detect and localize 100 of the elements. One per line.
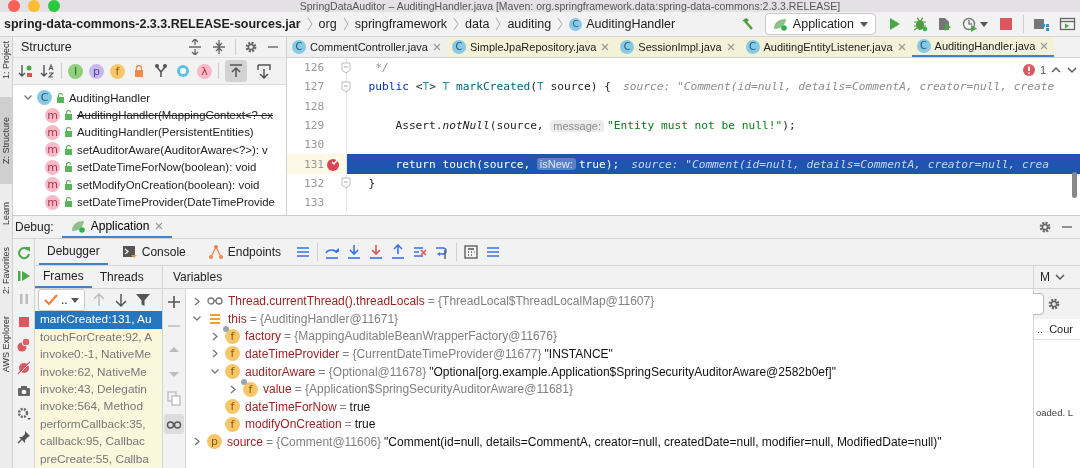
breadcrumb[interactable]: spring-data-commons-2.3.3.RELEASE-sources.jar xyxy=(4,17,301,31)
tool-window-button[interactable]: Learn xyxy=(0,198,12,230)
application-icon xyxy=(69,218,86,235)
settings-icon[interactable] xyxy=(1047,297,1061,312)
close-icon[interactable] xyxy=(725,42,736,52)
debug-icon[interactable] xyxy=(912,16,928,32)
tool-window-button[interactable]: AWS Explorer xyxy=(0,312,12,377)
breakpoint-icon[interactable] xyxy=(326,156,342,172)
chevron-right-icon xyxy=(452,17,461,31)
run-configuration-dropdown[interactable]: Application xyxy=(764,13,876,35)
calculator-icon[interactable] xyxy=(463,244,480,261)
variable-name[interactable]: value xyxy=(263,382,292,397)
tree-item[interactable]: setModifyOnCreation(boolean): void xyxy=(77,178,260,191)
variable-name[interactable]: factory xyxy=(245,329,281,344)
hierarchy-icon[interactable] xyxy=(153,63,169,79)
breadcrumb[interactable]: org xyxy=(318,17,337,31)
filter-icon[interactable] xyxy=(134,292,151,309)
autoscroll-to-source-icon[interactable] xyxy=(225,60,247,82)
thread-dropdown[interactable]: .. xyxy=(38,289,85,312)
rerun-icon[interactable] xyxy=(15,245,32,262)
sort-by-visibility-icon[interactable] xyxy=(17,63,33,79)
profiler-icon[interactable] xyxy=(962,16,978,32)
close-icon[interactable] xyxy=(1039,41,1050,51)
force-step-into-icon[interactable] xyxy=(368,244,385,261)
sort-alphabetically-icon[interactable] xyxy=(39,63,55,79)
tool-window-button[interactable]: 1: Project xyxy=(0,37,12,84)
breakpoints-icon[interactable] xyxy=(15,337,32,354)
editor-tab[interactable]: C SessionImpl.java xyxy=(615,37,741,57)
chevron-right-icon[interactable] xyxy=(192,295,202,307)
editor-tab[interactable]: C AuditingHandler.java xyxy=(911,37,1055,57)
tool-window-button[interactable]: Z: Structure xyxy=(0,97,12,185)
variable-name[interactable]: Thread.currentThread().threadLocals xyxy=(228,294,425,309)
stop-icon[interactable] xyxy=(998,16,1014,32)
frames-tab[interactable]: Threads xyxy=(91,266,152,289)
variable-name[interactable]: dateTimeForNow xyxy=(245,399,337,414)
field-icon[interactable]: f xyxy=(110,63,125,79)
tree-item[interactable]: AuditingHandler(PersistentEntities) xyxy=(77,126,254,139)
settings-icon[interactable] xyxy=(15,406,32,423)
tool-window-button[interactable]: 2: Favorites xyxy=(0,243,12,299)
debug-tab[interactable]: Endpoints xyxy=(199,239,290,266)
scrollbar-thumb[interactable] xyxy=(1072,172,1077,198)
collapse-all-icon[interactable] xyxy=(211,39,227,55)
status-message: oaded. L xyxy=(1035,407,1074,418)
expand-all-icon[interactable] xyxy=(187,39,203,55)
breadcrumb[interactable]: data xyxy=(465,17,490,31)
tree-item[interactable]: setDateTimeProvider(DateTimeProvide xyxy=(77,196,275,209)
session-tab[interactable]: Application xyxy=(61,216,173,239)
ring-icon[interactable] xyxy=(175,63,191,79)
variable-name[interactable]: this xyxy=(228,311,247,326)
breadcrumb[interactable]: C AuditingHandler xyxy=(569,17,676,31)
stack-frame[interactable]: invoke0:-1, NativeMe xyxy=(35,346,162,364)
tree-item[interactable]: AuditingHandler xyxy=(69,91,151,104)
search-field[interactable] xyxy=(1033,293,1044,316)
mute-breakpoints-icon[interactable] xyxy=(15,360,32,377)
panel-tab[interactable]: M xyxy=(1040,270,1050,285)
error-icon[interactable] xyxy=(1021,63,1036,77)
step-into-icon[interactable] xyxy=(346,244,363,261)
tree-item[interactable]: setDateTimeForNow(boolean): void xyxy=(77,161,257,174)
chevron-right-icon[interactable] xyxy=(210,330,220,342)
step-out-icon[interactable] xyxy=(390,244,407,261)
lambda-icon[interactable]: λ xyxy=(197,63,212,79)
code-text: return xyxy=(394,157,437,171)
close-icon[interactable] xyxy=(432,42,442,52)
debug-tab[interactable]: Console xyxy=(113,239,194,266)
breadcrumb[interactable]: springframework xyxy=(354,17,448,31)
editor-tab[interactable]: C SimpleJpaRepository.java xyxy=(447,37,616,57)
close-icon[interactable] xyxy=(896,42,907,52)
interface-icon[interactable]: I xyxy=(68,63,83,79)
project-structure-icon[interactable] xyxy=(1033,16,1050,32)
variable-name[interactable]: source xyxy=(227,434,264,449)
add-icon[interactable] xyxy=(166,294,182,311)
window-icon[interactable] xyxy=(1059,16,1076,32)
settings-icon[interactable] xyxy=(244,40,258,54)
variable-name[interactable]: modifyOnCreation xyxy=(245,417,342,432)
stack-frame[interactable]: markCreated:131, Au xyxy=(35,311,162,329)
tree-item[interactable]: AuditingHandler(MappingContext<? ex xyxy=(77,109,273,122)
chevron-right-icon[interactable] xyxy=(192,436,202,448)
stack-frame[interactable]: callback:95, Callbac xyxy=(35,433,162,451)
chevron-right-icon[interactable] xyxy=(228,383,238,395)
window-control-icon[interactable] xyxy=(8,0,20,12)
debug-tab[interactable]: Debugger xyxy=(39,239,108,266)
coverage-icon[interactable] xyxy=(937,16,953,32)
settings-icon[interactable] xyxy=(1038,220,1052,235)
variable-value: = {MappingAuditableBeanWrapperFactory@11676} xyxy=(284,329,557,344)
chevron-right-icon[interactable] xyxy=(210,348,220,360)
close-icon[interactable] xyxy=(600,42,611,52)
tree-item[interactable]: setAuditorAware(AuditorAware<?>): v xyxy=(77,143,268,156)
stack-frame[interactable]: invoke:43, Delegatin xyxy=(35,381,162,399)
stack-frame[interactable]: invoke:564, Method xyxy=(35,398,162,416)
variable-name[interactable]: dateTimeProvider xyxy=(245,346,340,361)
variable-name[interactable]: auditorAware xyxy=(245,364,316,379)
property-icon[interactable]: p xyxy=(89,63,104,79)
editor-tab[interactable]: C AuditingEntityListener.java xyxy=(740,37,912,57)
pin-icon[interactable] xyxy=(15,429,32,446)
arrow-down-icon[interactable] xyxy=(112,292,129,309)
breadcrumb[interactable]: auditing xyxy=(507,17,552,31)
table-cell-text: .. xyxy=(1036,323,1045,336)
column-header[interactable]: Cour xyxy=(1046,323,1076,336)
caret-icon[interactable] xyxy=(979,19,989,29)
close-icon[interactable] xyxy=(154,221,165,232)
